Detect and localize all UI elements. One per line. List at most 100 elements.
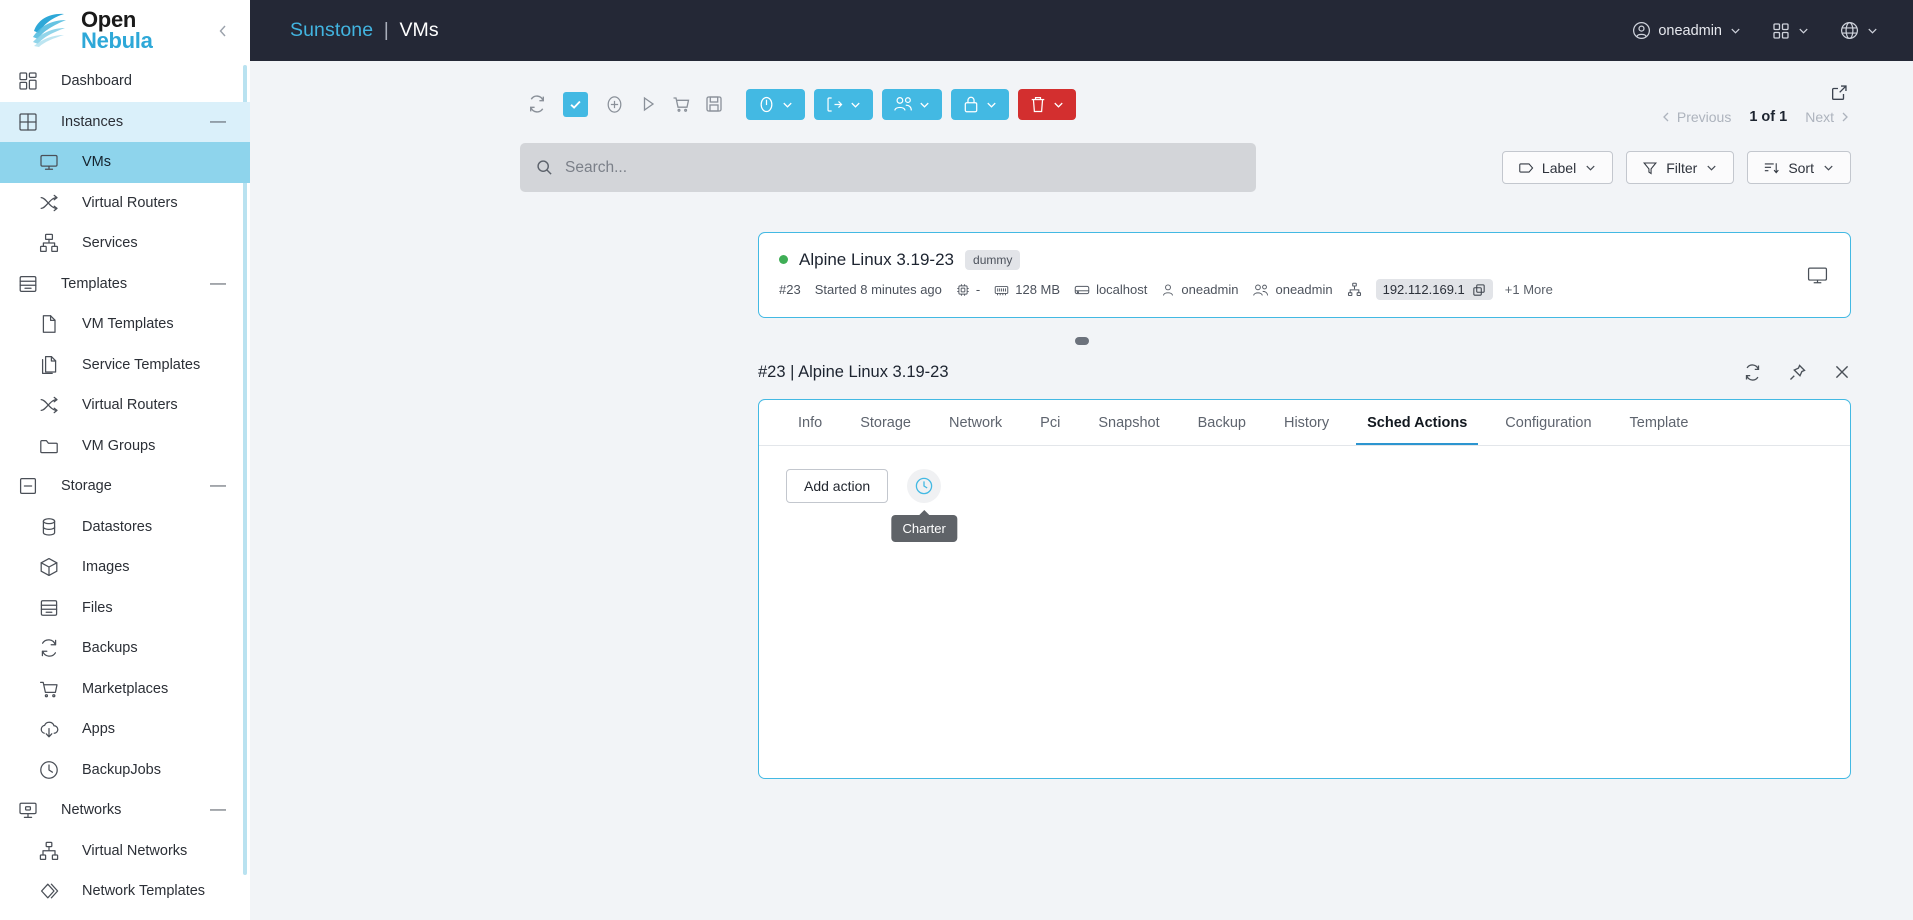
- select-all-checkbox[interactable]: [563, 91, 588, 117]
- delete-actions-button[interactable]: [1018, 88, 1076, 120]
- panel-splitter[interactable]: [250, 336, 1913, 345]
- sidebar-item-networks[interactable]: Networks —: [0, 790, 250, 831]
- tab-configuration[interactable]: Configuration: [1486, 400, 1610, 445]
- apps-menu[interactable]: [1772, 22, 1810, 40]
- vm-cpu: -: [956, 282, 980, 297]
- close-icon[interactable]: [1833, 363, 1851, 381]
- copy-icon[interactable]: [1472, 283, 1486, 297]
- charter-button[interactable]: Charter: [891, 469, 957, 542]
- sidebar-item-storage[interactable]: Storage —: [0, 466, 250, 507]
- sidebar-item-network-templates[interactable]: Network Templates: [0, 871, 250, 912]
- sidebar-item-templates[interactable]: Templates —: [0, 264, 250, 305]
- search-filter-row: Label Filter Sort: [520, 143, 1851, 192]
- sidebar-item-label: Service Templates: [82, 356, 201, 373]
- sidebar-item-datastores[interactable]: Datastores: [0, 507, 250, 548]
- sidebar-item-label: Templates: [61, 275, 128, 292]
- filter-button[interactable]: Filter: [1626, 151, 1735, 184]
- sidebar-collapse-toggle[interactable]: —: [210, 802, 226, 818]
- sidebar-collapse-toggle[interactable]: —: [210, 478, 226, 494]
- opennebula-logo[interactable]: Open Nebula: [30, 9, 202, 51]
- tab-network[interactable]: Network: [930, 400, 1021, 445]
- search-input[interactable]: [565, 158, 1240, 177]
- sidebar-item-label: BackupJobs: [82, 761, 161, 778]
- sidebar-item-backupjobs[interactable]: BackupJobs: [0, 750, 250, 791]
- sidebar-collapse-toggle[interactable]: —: [210, 275, 226, 292]
- vm-vnc-button[interactable]: [1807, 266, 1828, 285]
- add-action-button[interactable]: Add action: [786, 469, 889, 503]
- vm-list-item[interactable]: Alpine Linux 3.19-23 dummy #23 Started 8…: [758, 232, 1851, 318]
- sidebar-collapse-toggle[interactable]: —: [210, 113, 226, 130]
- splitter-handle[interactable]: [1074, 336, 1089, 345]
- sidebar-item-files[interactable]: Files: [0, 588, 250, 629]
- detail-tabs: Info Storage Network Pci Snapshot Backup Histo…: [759, 400, 1850, 446]
- sort-button[interactable]: Sort: [1747, 151, 1851, 184]
- sidebar-item-backups[interactable]: Backups: [0, 628, 250, 669]
- next-page-button[interactable]: Next: [1805, 109, 1851, 125]
- shuffle-icon: [36, 190, 62, 216]
- create-vm-button[interactable]: [598, 88, 631, 121]
- external-link-icon[interactable]: [1830, 83, 1851, 107]
- sidebar-item-service-templates[interactable]: Service Templates: [0, 345, 250, 386]
- sidebar-item-virtual-routers[interactable]: Virtual Routers: [0, 385, 250, 426]
- page-title: Sunstone | VMs: [290, 19, 439, 42]
- tab-snapshot[interactable]: Snapshot: [1079, 400, 1178, 445]
- clock-icon: [36, 757, 62, 783]
- vm-name: Alpine Linux 3.19-23: [799, 249, 955, 269]
- sidebar-item-vm-groups[interactable]: VM Groups: [0, 426, 250, 467]
- save-button[interactable]: [697, 88, 730, 121]
- refresh-button[interactable]: [520, 88, 553, 121]
- sidebar-item-label: Network Templates: [82, 883, 206, 900]
- label-button[interactable]: Label: [1501, 151, 1614, 184]
- pagination: Previous 1 of 1 Next: [1660, 83, 1851, 125]
- tab-template[interactable]: Template: [1611, 400, 1708, 445]
- vm-owner-value: oneadmin: [1181, 282, 1239, 298]
- globe-icon: [1840, 21, 1859, 40]
- clock-icon: [914, 476, 934, 496]
- marketplace-button[interactable]: [664, 88, 697, 121]
- instances-grid-icon: [15, 109, 41, 135]
- sidebar-item-vm-templates[interactable]: VM Templates: [0, 304, 250, 345]
- previous-page-button[interactable]: Previous: [1660, 109, 1731, 125]
- sidebar-item-label: Virtual Networks: [82, 842, 188, 859]
- user-menu[interactable]: oneadmin: [1632, 21, 1742, 40]
- users-icon: [893, 95, 913, 113]
- sidebar-item-marketplaces[interactable]: Marketplaces: [0, 669, 250, 710]
- tab-info[interactable]: Info: [779, 400, 841, 445]
- sidebar-item-virtual-routers[interactable]: Virtual Routers: [0, 183, 250, 224]
- state-actions-button[interactable]: [746, 88, 805, 120]
- ownership-actions-button[interactable]: [882, 88, 942, 120]
- vm-ip-chip[interactable]: 192.112.169.1: [1375, 279, 1493, 301]
- sidebar-item-label: Dashboard: [61, 73, 132, 90]
- splitter-bar[interactable]: [250, 336, 1913, 345]
- search-box[interactable]: [520, 143, 1256, 192]
- vm-memory: 128 MB: [994, 282, 1060, 297]
- lock-actions-button[interactable]: [951, 88, 1009, 120]
- tab-history[interactable]: History: [1265, 400, 1348, 445]
- tab-backup[interactable]: Backup: [1179, 400, 1265, 445]
- search-icon: [536, 159, 553, 176]
- sidebar-item-services[interactable]: Services: [0, 223, 250, 264]
- vm-label-tag[interactable]: dummy: [965, 249, 1021, 271]
- language-menu[interactable]: [1840, 21, 1879, 40]
- charter-tooltip: Charter: [891, 515, 957, 542]
- refresh-cycle-icon: [36, 635, 62, 661]
- sidebar-item-apps[interactable]: Apps: [0, 709, 250, 750]
- sidebar-item-label: Datastores: [82, 518, 153, 535]
- play-button[interactable]: [631, 88, 664, 121]
- sidebar-item-virtual-networks[interactable]: Virtual Networks: [0, 831, 250, 872]
- label-label: Label: [1541, 159, 1577, 176]
- tab-pci[interactable]: Pci: [1021, 400, 1079, 445]
- sidebar-collapse-button[interactable]: [210, 18, 236, 44]
- network-monitor-icon: [15, 797, 41, 823]
- refresh-icon[interactable]: [1743, 363, 1762, 382]
- tab-sched-actions[interactable]: Sched Actions: [1348, 400, 1486, 445]
- pin-icon[interactable]: [1788, 363, 1807, 382]
- tab-storage[interactable]: Storage: [841, 400, 930, 445]
- sidebar-item-instances[interactable]: Instances —: [0, 101, 250, 142]
- vm-more-link[interactable]: +1 More: [1505, 282, 1553, 297]
- cloud-download-icon: [36, 716, 62, 742]
- sidebar-item-vms[interactable]: VMs: [0, 142, 250, 183]
- migrate-actions-button[interactable]: [814, 88, 873, 120]
- sidebar-item-images[interactable]: Images: [0, 547, 250, 588]
- sidebar-item-dashboard[interactable]: Dashboard: [0, 61, 250, 102]
